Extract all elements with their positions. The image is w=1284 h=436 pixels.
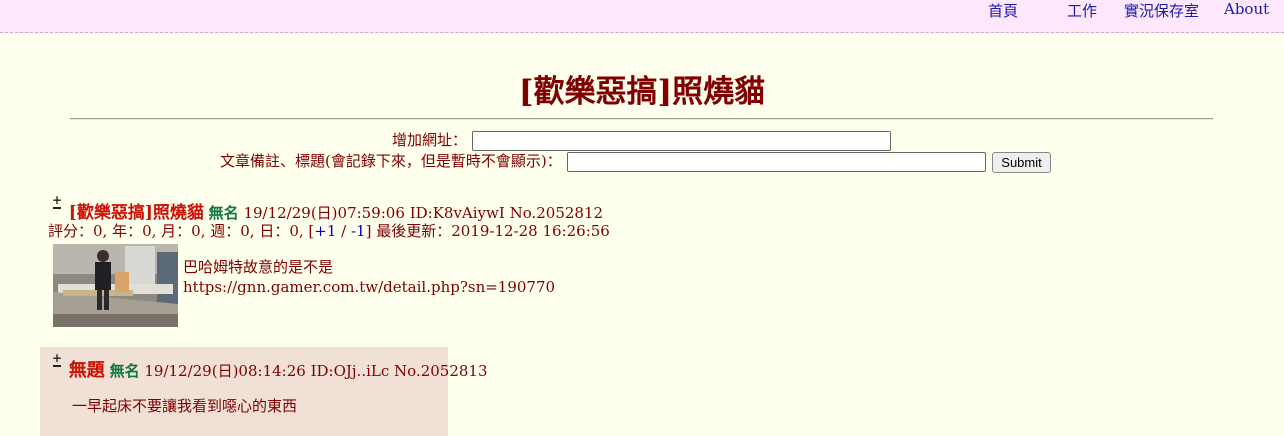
vote-up-link[interactable]: +1 [314,222,336,240]
nav-about-link[interactable]: About [1224,0,1269,18]
reply-number[interactable]: No.2052813 [394,362,487,380]
title-divider [70,118,1213,120]
url-label: 增加網址： [392,131,468,149]
thumbnail-photo-icon [53,244,178,327]
vote-down-link[interactable]: -1 [351,222,366,240]
expand-toggle-icon[interactable] [52,193,62,211]
rating-prefix: 評分：0, 年：0, 月：0, 週：0, 日：0, [ [48,222,315,240]
reply-title: 無題 [68,360,105,381]
top-bar: 首頁 工作 實況保存室 About [0,0,1284,33]
reply-post: 無題 無名 19/12/29(日)08:14:26 ID:OJj..iLc No… [40,347,488,436]
nav-home-link[interactable]: 首頁 [988,0,1018,21]
op-rating-line: 評分：0, 年：0, 月：0, 週：0, 日：0, [+1 / -1] 最後更新… [48,220,610,241]
expand-toggle-icon[interactable] [52,351,62,369]
reply-datetime: 19/12/29(日)08:14:26 [144,362,306,380]
rating-suffix: ] 最後更新：2019-12-28 16:26:56 [365,222,610,240]
page-title: [歡樂惡搞]照燒貓 [518,74,766,110]
note-input[interactable] [566,152,986,172]
op-body: 巴哈姆特故意的是不是 https://gnn.gamer.com.tw/deta… [183,257,555,297]
note-row: 文章備註、標題(會記錄下來，但是暫時不會顯示)： Submit [220,150,1051,173]
reply-id: ID:OJj..iLc [310,362,390,380]
submit-button[interactable]: Submit [992,151,1051,173]
nav-work-link[interactable]: 工作 [1067,0,1097,21]
vote-separator: / [336,222,351,240]
reply-poster-name: 無名 [109,362,140,380]
op-body-text: 巴哈姆特故意的是不是 [183,258,334,276]
url-input[interactable] [471,131,891,151]
reply-body-text: 一早起床不要讓我看到噁心的東西 [72,397,298,415]
reply-header: 無題 無名 19/12/29(日)08:14:26 ID:OJj..iLc No… [52,351,488,382]
note-label: 文章備註、標題(會記錄下來，但是暫時不會顯示)： [220,152,562,170]
url-row: 增加網址： [392,129,891,151]
nav-live-archive-link[interactable]: 實況保存室 [1124,0,1199,21]
op-body-url[interactable]: https://gnn.gamer.com.tw/detail.php?sn=1… [183,277,555,297]
op-thumbnail-image[interactable] [53,244,178,327]
